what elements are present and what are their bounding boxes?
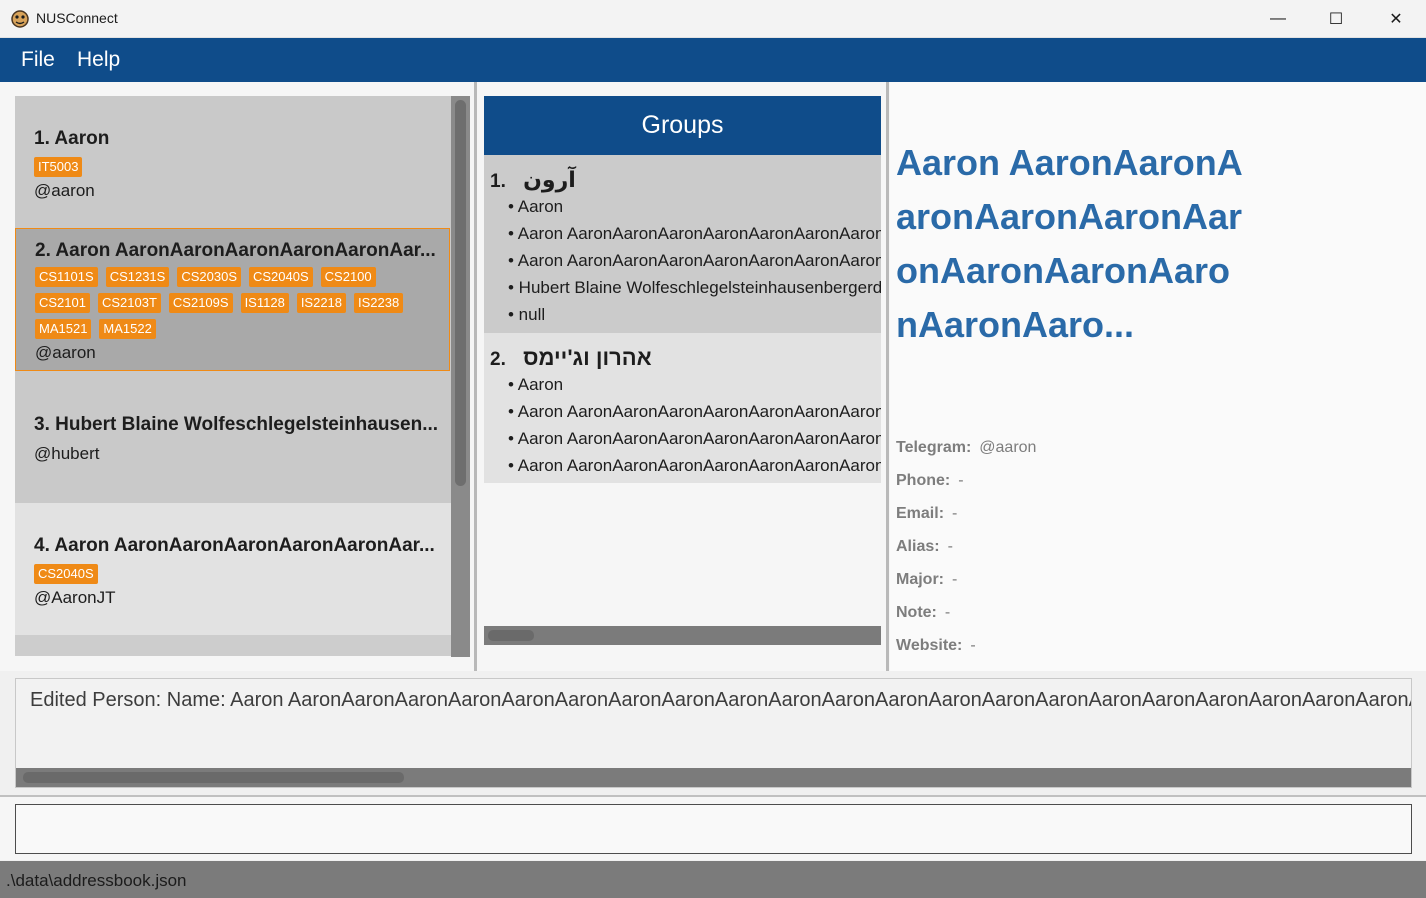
tag-list: CS2040S: [34, 564, 98, 584]
field-label: Alias:: [896, 538, 940, 555]
field-label: Email:: [896, 505, 945, 522]
scrollbar-thumb[interactable]: [23, 772, 404, 783]
group-name: אהרון וג'יימס: [523, 345, 652, 370]
scrollbar-thumb[interactable]: [455, 100, 466, 486]
tag: IT5003: [34, 157, 83, 177]
detail-email: Email: -: [896, 505, 957, 523]
pane-divider[interactable]: [474, 82, 477, 671]
person-card[interactable]: 3. Hubert Blaine Wolfeschlegelsteinhause…: [15, 371, 451, 503]
person-name: 3. Hubert Blaine Wolfeschlegelsteinhause…: [34, 414, 439, 435]
group-member: • Aaron: [508, 197, 564, 216]
group-member: • Aaron AaronAaronAaronAaronAaronAaronAa…: [508, 456, 881, 475]
group-member: • Hubert Blaine Wolfeschlegelsteinhausen…: [508, 278, 881, 297]
group-card[interactable]: 1. آرون • Aaron • Aaron AaronAaronAaronA…: [484, 155, 881, 333]
minimize-icon: —: [1270, 10, 1286, 27]
close-icon: ✕: [1389, 11, 1403, 28]
save-file-path: .\data\addressbook.json: [6, 871, 187, 890]
person-card[interactable]: 1. Aaron IT5003 @aaron: [15, 96, 451, 228]
person-name: 4. Aaron AaronAaronAaronAaronAaronAar...: [34, 535, 435, 556]
tag: CS2100: [320, 267, 376, 287]
tag: IS1128: [240, 293, 289, 313]
result-horizontal-scrollbar[interactable]: [16, 768, 1411, 787]
detail-website: Website: -: [896, 637, 976, 655]
tag: CS2030S: [177, 267, 241, 287]
person-detail-panel: Aaron AaronAaronAaronAaronAaronAaronAaro…: [890, 82, 1426, 671]
person-list-scrollbar[interactable]: [451, 96, 470, 657]
maximize-button[interactable]: ☐: [1306, 0, 1366, 38]
group-member: • Aaron AaronAaronAaronAaronAaronAaronAa…: [508, 251, 881, 270]
result-text: Edited Person: Name: Aaron AaronAaronAar…: [30, 689, 1412, 711]
detail-telegram: Telegram: @aaron: [896, 439, 1036, 457]
person-telegram: @aaron: [34, 181, 95, 200]
group-index: 1.: [490, 171, 506, 192]
group-index: 2.: [490, 349, 506, 370]
tag: CS1101S: [35, 267, 98, 287]
group-name: آرون: [523, 167, 576, 192]
field-label: Telegram:: [896, 439, 972, 456]
person-card-selected[interactable]: 2. Aaron AaronAaronAaronAaronAaronAar...…: [15, 228, 450, 371]
tag: CS1231S: [105, 267, 170, 287]
field-value: -: [970, 637, 976, 654]
tag: CS2103T: [97, 293, 161, 313]
groups-header: Groups: [484, 96, 881, 155]
result-display[interactable]: Edited Person: Name: Aaron AaronAaronAar…: [15, 678, 1412, 788]
menu-file[interactable]: File: [21, 48, 55, 72]
status-bar: .\data\addressbook.json: [0, 861, 1426, 898]
detail-major: Major: -: [896, 571, 957, 589]
detail-alias: Alias: -: [896, 538, 953, 556]
groups-panel: Groups 1. آرون • Aaron • Aaron AaronAaro…: [484, 96, 881, 645]
group-card[interactable]: 2. אהרון וג'יימס • Aaron • Aaron AaronAa…: [484, 333, 881, 483]
tag: CS2101: [35, 293, 90, 313]
field-value: -: [944, 604, 951, 621]
pane-divider[interactable]: [886, 82, 889, 671]
tag: CS2040S: [249, 267, 313, 287]
group-member: • Aaron AaronAaronAaronAaronAaronAaronAa…: [508, 224, 881, 243]
detail-phone: Phone: -: [896, 472, 964, 490]
field-label: Website:: [896, 637, 963, 654]
tag-list: IT5003: [34, 157, 83, 177]
person-telegram: @AaronJT: [34, 588, 116, 607]
tag: MA1521: [35, 319, 92, 339]
group-title: 1. آرون: [490, 167, 576, 193]
group-title: 2. אהרון וג'יימס: [490, 345, 652, 371]
field-value: -: [958, 472, 964, 489]
person-card[interactable]: 4. Aaron AaronAaronAaronAaronAaronAar...…: [15, 503, 451, 635]
field-label: Major:: [896, 571, 944, 588]
group-member: • Aaron: [508, 375, 564, 394]
groups-horizontal-scrollbar[interactable]: [484, 626, 881, 645]
close-button[interactable]: ✕: [1366, 0, 1426, 38]
tag-list: CS1101S CS1231S CS2030S CS2040S CS2100 C…: [35, 267, 435, 339]
menu-bar: File Help: [0, 38, 1426, 82]
field-value: -: [952, 571, 958, 588]
maximize-icon: ☐: [1328, 11, 1344, 28]
person-card[interactable]: [15, 635, 451, 656]
person-name: 2. Aaron AaronAaronAaronAaronAaronAar...: [35, 240, 436, 261]
group-member: • null: [508, 305, 546, 324]
field-label: Note:: [896, 604, 937, 621]
field-value: -: [952, 505, 958, 522]
scrollbar-thumb[interactable]: [488, 630, 534, 641]
group-member: • Aaron AaronAaronAaronAaronAaronAaronAa…: [508, 402, 881, 421]
title-bar: NUSConnect — ☐ ✕: [0, 0, 1426, 38]
command-input[interactable]: [15, 804, 1412, 854]
person-telegram: @aaron: [35, 343, 96, 362]
field-value: -: [947, 538, 953, 555]
tag: CS2040S: [34, 564, 98, 584]
field-label: Phone:: [896, 472, 951, 489]
field-value: @aaron: [979, 439, 1037, 456]
tag: MA1522: [99, 319, 156, 339]
detail-note: Note: -: [896, 604, 950, 622]
app-logo-icon: [11, 10, 29, 28]
window-title: NUSConnect: [36, 10, 118, 26]
tag: CS2109S: [168, 293, 233, 313]
person-name: 1. Aaron: [34, 128, 110, 149]
group-member: • Aaron AaronAaronAaronAaronAaronAaronAa…: [508, 429, 881, 448]
tag: IS2218: [296, 293, 347, 313]
minimize-button[interactable]: —: [1248, 0, 1308, 38]
detail-name: Aaron AaronAaronAaronAaronAaronAaronAaro…: [896, 142, 1243, 345]
person-list: 1. Aaron IT5003 @aaron 2. Aaron AaronAar…: [15, 96, 451, 656]
menu-help[interactable]: Help: [77, 48, 120, 72]
person-telegram: @hubert: [34, 444, 100, 463]
tag: IS2238: [354, 293, 404, 313]
